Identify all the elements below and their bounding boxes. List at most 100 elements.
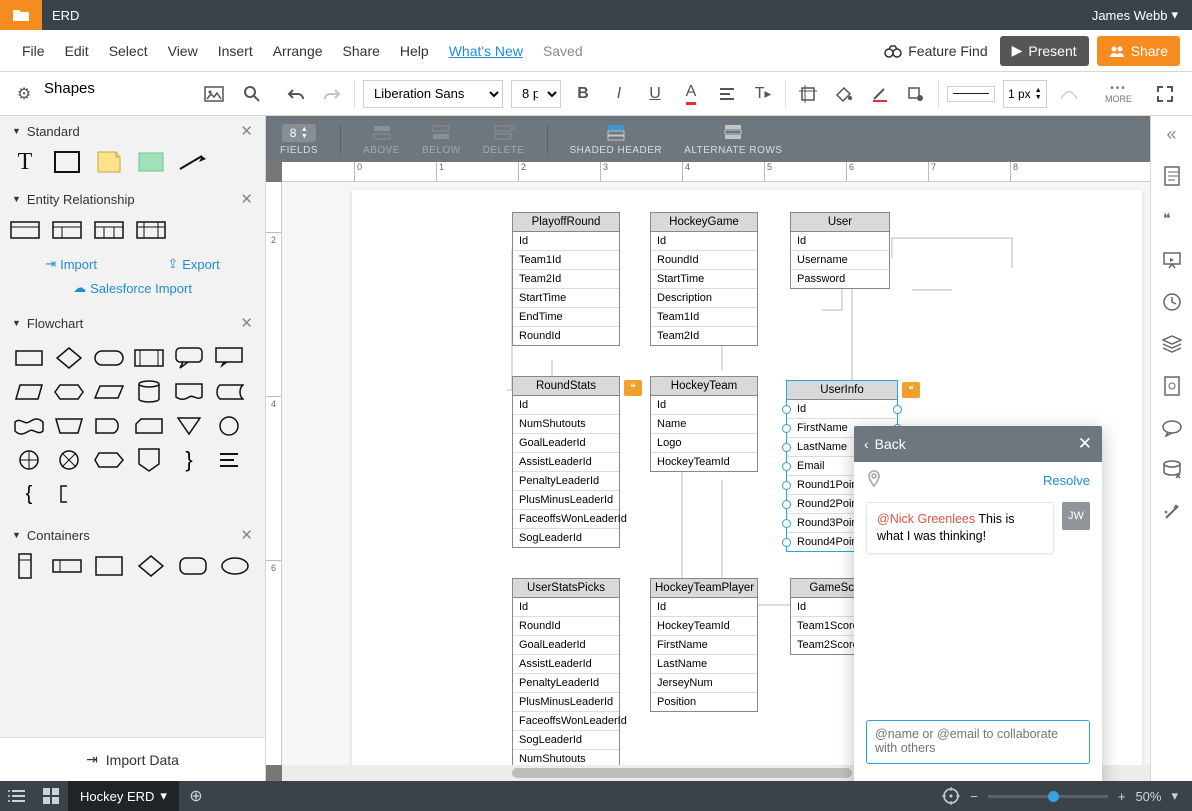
section-standard[interactable]: ▼Standard✕ <box>0 116 265 146</box>
flow-note[interactable] <box>212 446 246 474</box>
entity-hockeyteam[interactable]: HockeyTeam Id Name Logo HockeyTeamId <box>650 376 758 472</box>
comments-icon[interactable] <box>1160 416 1184 440</box>
flow-trap[interactable] <box>12 378 46 406</box>
menu-file[interactable]: File <box>12 43 55 59</box>
folder-icon[interactable] <box>0 0 42 30</box>
entity-user[interactable]: User Id Username Password <box>790 212 890 289</box>
cont-4[interactable] <box>136 554 166 578</box>
er-shape-3[interactable] <box>94 218 124 242</box>
canvas[interactable]: 8▲▼ FIELDS ABOVE BELOW ✕DELETE SHADED HE… <box>266 116 1150 781</box>
flow-manual[interactable] <box>52 412 86 440</box>
insert-above[interactable]: ABOVE <box>363 124 400 162</box>
insert-below[interactable]: BELOW <box>422 124 461 162</box>
menu-edit[interactable]: Edit <box>55 43 99 59</box>
flow-delay[interactable] <box>92 412 126 440</box>
close-icon[interactable]: ✕ <box>240 526 253 544</box>
entity-userstatspicks[interactable]: UserStatsPicks Id RoundId GoalLeaderId A… <box>512 578 620 765</box>
close-icon[interactable]: ✕ <box>240 314 253 332</box>
feature-find[interactable]: Feature Find <box>884 43 987 59</box>
close-icon[interactable]: ✕ <box>240 190 253 208</box>
arrow-shape[interactable] <box>178 150 208 174</box>
flow-offpage[interactable] <box>132 446 166 474</box>
fields-count[interactable]: 8▲▼ FIELDS <box>280 124 318 162</box>
entity-hockeygame[interactable]: HockeyGame Id RoundId StartTime Descript… <box>650 212 758 346</box>
line-color-button[interactable] <box>866 80 894 108</box>
close-icon[interactable]: ✕ <box>240 122 253 140</box>
flow-or[interactable] <box>52 446 86 474</box>
crop-button[interactable] <box>794 80 822 108</box>
section-flowchart[interactable]: ▼Flowchart✕ <box>0 308 265 338</box>
shaded-header[interactable]: SHADED HEADER <box>570 124 663 162</box>
target-icon[interactable] <box>942 787 960 805</box>
resolve-button[interactable]: Resolve <box>1043 473 1090 488</box>
menu-insert[interactable]: Insert <box>208 43 263 59</box>
line-width-input[interactable]: 1 px▲▼ <box>1003 80 1047 108</box>
present-button[interactable]: ▶ Present <box>1000 36 1089 66</box>
menu-select[interactable]: Select <box>99 43 158 59</box>
import-data-button[interactable]: ⇥ Import Data <box>0 737 265 781</box>
menu-view[interactable]: View <box>158 43 208 59</box>
text-shape[interactable]: T <box>10 150 40 174</box>
import-link[interactable]: ⇥Import <box>45 256 97 272</box>
flow-annotation[interactable] <box>52 480 86 508</box>
cont-1[interactable] <box>10 554 40 578</box>
entity-playoffround[interactable]: PlayoffRound Id Team1Id Team2Id StartTim… <box>512 212 620 346</box>
add-page-button[interactable]: ⊕ <box>179 786 213 806</box>
flow-callout2[interactable] <box>212 344 246 372</box>
line-end-button[interactable] <box>1055 80 1083 108</box>
zoom-out-button[interactable]: − <box>970 789 978 804</box>
page-tab[interactable]: Hockey ERD▾ <box>68 781 179 811</box>
flow-sum[interactable] <box>12 446 46 474</box>
italic-button[interactable]: I <box>605 80 633 108</box>
er-shape-1[interactable] <box>10 218 40 242</box>
section-er[interactable]: ▼Entity Relationship✕ <box>0 184 265 214</box>
magic-icon[interactable] <box>1160 500 1184 524</box>
layers-icon[interactable] <box>1160 332 1184 356</box>
quote-icon[interactable]: ❝ <box>1160 206 1184 230</box>
flow-merge[interactable] <box>172 412 206 440</box>
line-style-select[interactable] <box>947 86 995 102</box>
flow-card[interactable] <box>132 412 166 440</box>
menu-arrange[interactable]: Arrange <box>263 43 333 59</box>
cont-3[interactable] <box>94 554 124 578</box>
preview-icon[interactable] <box>1160 374 1184 398</box>
zoom-in-button[interactable]: + <box>1118 789 1126 804</box>
present-icon[interactable] <box>1160 248 1184 272</box>
comment-tag[interactable] <box>902 382 920 398</box>
grid-view-icon[interactable] <box>34 788 68 804</box>
search-icon[interactable] <box>238 80 266 108</box>
page-icon[interactable] <box>1160 164 1184 188</box>
comment-input[interactable] <box>866 720 1090 764</box>
flow-callout[interactable] <box>172 344 206 372</box>
cont-5[interactable] <box>178 554 208 578</box>
zoom-level[interactable]: 50% <box>1135 789 1161 804</box>
flow-doc[interactable] <box>172 378 206 406</box>
rect-shape[interactable] <box>52 150 82 174</box>
data-icon[interactable] <box>1160 458 1184 482</box>
entity-roundstats[interactable]: RoundStats Id NumShutouts GoalLeaderId A… <box>512 376 620 548</box>
flow-subroutine[interactable] <box>132 344 166 372</box>
cont-2[interactable] <box>52 554 82 578</box>
flow-connector[interactable] <box>212 412 246 440</box>
share-button[interactable]: Share <box>1097 36 1180 66</box>
fullscreen-button[interactable] <box>1156 85 1174 103</box>
close-icon[interactable]: ✕ <box>1078 434 1092 454</box>
flow-parallelogram[interactable] <box>92 378 126 406</box>
alternate-rows[interactable]: ALTERNATE ROWS <box>684 124 782 162</box>
salesforce-import-link[interactable]: ☁Salesforce Import <box>0 276 265 308</box>
comment-back-button[interactable]: ‹Back <box>864 436 906 452</box>
menu-help[interactable]: Help <box>390 43 439 59</box>
fontsize-select[interactable]: 8 pt <box>511 80 561 108</box>
flow-terminator[interactable] <box>92 344 126 372</box>
note-shape[interactable] <box>94 150 124 174</box>
fill-button[interactable] <box>830 80 858 108</box>
user-menu[interactable]: James Webb ▾ <box>1092 7 1192 23</box>
menu-whatsnew[interactable]: What's New <box>439 43 533 59</box>
comment-tag[interactable] <box>624 380 642 396</box>
flow-bracket[interactable]: { <box>12 480 46 508</box>
delete-field[interactable]: ✕DELETE <box>483 124 525 162</box>
font-select[interactable]: Liberation Sans <box>363 80 503 108</box>
flow-brace[interactable]: } <box>172 446 206 474</box>
zoom-slider[interactable] <box>988 795 1108 798</box>
er-shape-2[interactable] <box>52 218 82 242</box>
